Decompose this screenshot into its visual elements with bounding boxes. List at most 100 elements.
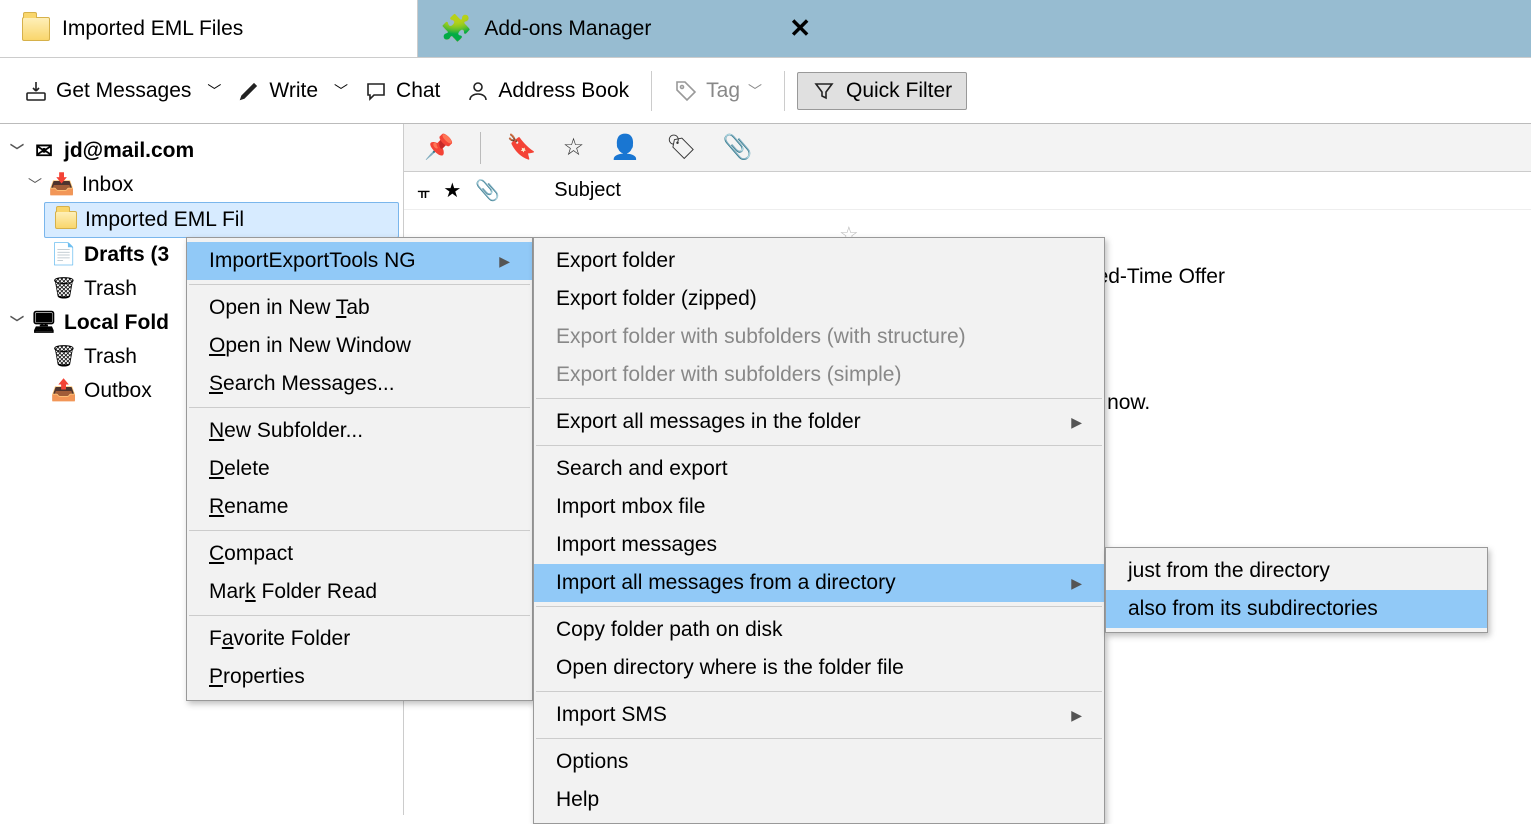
folder-icon	[22, 17, 50, 41]
toolbar-label: Chat	[396, 79, 440, 103]
inbox-icon: 📥	[50, 175, 74, 195]
menu-label: Open in New Tab	[209, 296, 370, 320]
chat-button[interactable]: Chat	[354, 73, 450, 109]
folder-icon	[55, 211, 77, 229]
menu-compact[interactable]: Compact	[187, 535, 532, 573]
tree-label: Trash	[84, 345, 137, 369]
download-icon	[24, 79, 48, 103]
menu-import-mbox[interactable]: Import mbox file	[534, 488, 1104, 526]
menu-import-sms[interactable]: Import SMS▶	[534, 696, 1104, 734]
menu-importexporttools[interactable]: ImportExportTools NG▶	[187, 242, 532, 280]
pin-icon[interactable]: 📌	[424, 133, 454, 162]
toolbar-label: Get Messages	[56, 79, 191, 103]
menu-export-subfolders-simple: Export folder with subfolders (simple)	[534, 356, 1104, 394]
menu-copy-folder-path[interactable]: Copy folder path on disk	[534, 611, 1104, 649]
star-icon[interactable]: ★	[443, 178, 461, 203]
menu-mark-folder-read[interactable]: Mark Folder Read	[187, 573, 532, 611]
chevron-down-icon[interactable]: ﹀	[10, 313, 24, 333]
menu-favorite-folder[interactable]: Favorite Folder	[187, 620, 532, 658]
tree-label: Outbox	[84, 379, 152, 403]
write-button[interactable]: Write	[227, 73, 328, 109]
quick-filter-bar: 📌 🔖 ☆ 👤 🏷 📎	[404, 124, 1531, 172]
attachment-icon[interactable]: 📎	[723, 133, 753, 162]
menu-label: Export folder (zipped)	[556, 287, 757, 311]
menu-search-messages[interactable]: Search Messages...	[187, 365, 532, 403]
star-icon[interactable]: ☆	[563, 133, 585, 162]
menu-import-messages[interactable]: Import messages	[534, 526, 1104, 564]
menu-help[interactable]: Help	[534, 781, 1104, 819]
import-directory-submenu: just from the directory also from its su…	[1105, 547, 1488, 633]
menu-label: Options	[556, 750, 628, 774]
menu-open-directory[interactable]: Open directory where is the folder file	[534, 649, 1104, 687]
menu-export-folder[interactable]: Export folder	[534, 242, 1104, 280]
chevron-down-icon[interactable]: ﹀	[334, 81, 348, 101]
account-node[interactable]: ﹀ ✉ jd@mail.com	[0, 134, 403, 168]
menu-export-folder-zipped[interactable]: Export folder (zipped)	[534, 280, 1104, 318]
get-messages-button[interactable]: Get Messages	[14, 73, 201, 109]
menu-delete[interactable]: Delete	[187, 450, 532, 488]
menu-properties[interactable]: Properties	[187, 658, 532, 696]
toolbar-label: Tag	[706, 79, 740, 103]
menu-options[interactable]: Options	[534, 743, 1104, 781]
menu-open-new-tab[interactable]: Open in New Tab	[187, 289, 532, 327]
close-icon[interactable]: ✕	[789, 13, 811, 44]
menu-label: also from its subdirectories	[1128, 597, 1378, 621]
attachment-icon[interactable]: 📎	[475, 178, 500, 203]
menu-label: just from the directory	[1128, 559, 1330, 583]
column-subject[interactable]: Subject	[554, 179, 621, 202]
computer-icon: 🖥	[32, 313, 56, 333]
toolbar-label: Address Book	[498, 79, 629, 103]
menu-also-from-subdirectories[interactable]: also from its subdirectories	[1106, 590, 1487, 628]
menu-label: Compact	[209, 542, 293, 566]
menu-label: ImportExportTools NG	[209, 249, 416, 273]
tab-addons-manager[interactable]: 🧩 Add-ons Manager ✕	[418, 0, 1531, 57]
separator	[189, 407, 530, 408]
contact-icon[interactable]: 👤	[610, 133, 640, 162]
menu-label: Open in New Window	[209, 334, 411, 358]
message-subject: ted-Time Offer	[1091, 265, 1225, 289]
menu-label: Delete	[209, 457, 270, 481]
menu-label: Search and export	[556, 457, 728, 481]
separator	[536, 738, 1102, 739]
chevron-down-icon[interactable]: ﹀	[10, 141, 24, 161]
tab-label: Imported EML Files	[62, 17, 243, 41]
sidebar-item-inbox[interactable]: ﹀ 📥 Inbox	[0, 168, 403, 202]
tab-bar: Imported EML Files 🧩 Add-ons Manager ✕	[0, 0, 1531, 58]
chevron-down-icon[interactable]: ﹀	[207, 81, 221, 101]
quick-filter-button[interactable]: Quick Filter	[797, 72, 967, 110]
toolbar-label: Quick Filter	[846, 79, 952, 103]
thread-icon[interactable]: ᚂ	[418, 181, 429, 201]
separator	[536, 445, 1102, 446]
separator	[536, 691, 1102, 692]
tree-label: Trash	[84, 277, 137, 301]
tab-imported-eml[interactable]: Imported EML Files	[0, 0, 418, 57]
tag-icon	[674, 79, 698, 103]
trash-icon: 🗑	[52, 347, 76, 367]
address-book-button[interactable]: Address Book	[456, 73, 639, 109]
menu-export-all-messages[interactable]: Export all messages in the folder▶	[534, 403, 1104, 441]
message-list-header: ᚂ ★ 📎 Subject	[404, 172, 1531, 210]
tag-button[interactable]: Tag ﹀	[664, 73, 772, 109]
bookmark-icon[interactable]: 🔖	[507, 133, 537, 162]
chevron-down-icon: ﹀	[748, 81, 762, 101]
chat-icon	[364, 79, 388, 103]
chevron-down-icon[interactable]: ﹀	[28, 175, 42, 195]
menu-rename[interactable]: Rename	[187, 488, 532, 526]
tag-icon[interactable]: 🏷	[666, 133, 696, 162]
tree-label: Local Fold	[64, 311, 169, 335]
menu-just-from-directory[interactable]: just from the directory	[1106, 552, 1487, 590]
menu-open-new-window[interactable]: Open in New Window	[187, 327, 532, 365]
menu-label: Properties	[209, 665, 305, 689]
menu-label: Export all messages in the folder	[556, 410, 861, 434]
menu-label: Export folder with subfolders (simple)	[556, 363, 901, 387]
menu-new-subfolder[interactable]: New Subfolder...	[187, 412, 532, 450]
chevron-right-icon: ▶	[1071, 707, 1082, 724]
outbox-icon: 📤	[52, 381, 76, 401]
menu-search-and-export[interactable]: Search and export	[534, 450, 1104, 488]
menu-label: Import mbox file	[556, 495, 705, 519]
separator	[651, 71, 652, 111]
menu-import-all-from-directory[interactable]: Import all messages from a directory▶	[534, 564, 1104, 602]
menu-label: Import all messages from a directory	[556, 571, 896, 595]
main-toolbar: Get Messages ﹀ Write ﹀ Chat Address Book…	[0, 58, 1531, 124]
sidebar-item-imported[interactable]: Imported EML Fil	[44, 202, 399, 238]
